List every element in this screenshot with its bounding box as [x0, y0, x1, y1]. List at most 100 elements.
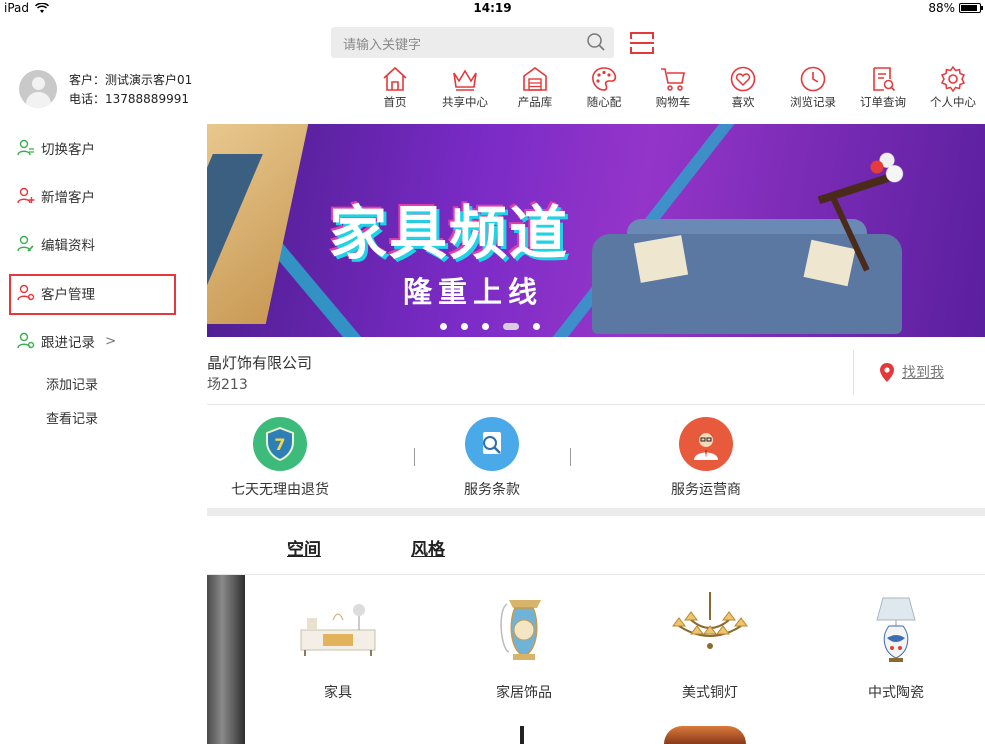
avatar-body — [26, 92, 51, 108]
nav-label: 共享中心 — [442, 95, 488, 109]
tv-cabinet-icon — [293, 590, 383, 670]
service-label: 七天无理由退货 — [231, 482, 329, 498]
phone-ornament-icon — [479, 590, 569, 670]
search-icon[interactable] — [586, 32, 606, 52]
table-lamp-icon — [851, 590, 941, 670]
section-separator-band — [207, 508, 985, 516]
add-user-icon — [17, 187, 35, 204]
status-right: 88% — [928, 1, 983, 15]
edit-user-icon — [17, 235, 34, 252]
banner-dot[interactable] — [461, 323, 468, 330]
sidebar-item-label: 跟进记录 — [41, 335, 95, 351]
shield-7-icon: 7 — [253, 417, 307, 471]
sidebar-item-label: 新增客户 — [41, 190, 95, 206]
battery-icon — [959, 3, 983, 13]
category-label: 中式陶瓷 — [868, 685, 924, 701]
cart-icon — [661, 68, 685, 91]
home-icon — [383, 66, 407, 91]
nav-label: 首页 — [383, 95, 407, 109]
sidebar-subitem-view-record[interactable]: 查看记录 — [46, 408, 98, 427]
category-side-image — [207, 575, 245, 744]
customer-info: 客户：测试演示客户01 电话：13788889991 — [69, 71, 192, 109]
promo-banner[interactable]: 家具频道 隆重上线 — [207, 124, 985, 337]
warehouse-icon — [523, 67, 547, 91]
avatar-head — [32, 77, 45, 90]
switch-user-icon — [17, 139, 34, 156]
service-label: 服务条款 — [464, 482, 520, 498]
nav-label: 喜欢 — [731, 95, 755, 109]
banner-window-frame — [207, 124, 309, 324]
banner-dot-active[interactable] — [503, 323, 519, 330]
chandelier-icon — [665, 590, 755, 670]
svg-text:7: 7 — [274, 435, 285, 454]
nav-item-orders[interactable]: 订单查询 — [850, 65, 916, 110]
nav-label: 购物车 — [655, 95, 691, 109]
sidebar-item-followup-records[interactable]: 跟进记录 > — [17, 330, 116, 352]
nav-label: 产品库 — [517, 95, 553, 109]
order-icon — [873, 67, 896, 92]
horizontal-divider — [207, 574, 985, 575]
search-placeholder: 请输入关键字 — [343, 38, 422, 53]
sidebar-item-switch-customer[interactable]: 切换客户 — [17, 137, 95, 159]
nav-item-home[interactable]: 首页 — [362, 65, 428, 110]
nav-item-product-library[interactable]: 产品库 — [502, 65, 568, 110]
banner-title: 家具频道 — [329, 199, 570, 267]
nav-label: 订单查询 — [860, 95, 906, 109]
battery-percent: 88% — [928, 1, 955, 15]
nav-item-favorites[interactable]: 喜欢 — [710, 65, 776, 110]
banner-pagination[interactable] — [440, 323, 540, 330]
sidebar-item-label: 编辑资料 — [41, 238, 95, 254]
battery-fill — [961, 5, 977, 11]
banner-window-glass — [207, 154, 263, 304]
nav-item-share-center[interactable]: 共享中心 — [432, 65, 498, 110]
search-bar[interactable]: 请输入关键字 — [331, 27, 614, 58]
service-separator — [570, 448, 571, 466]
banner-dot[interactable] — [440, 323, 447, 330]
palette-icon — [592, 67, 617, 91]
sidebar-item-label: 切换客户 — [41, 142, 95, 158]
customer-phone: 电话：13788889991 — [69, 92, 189, 106]
sidebar-item-edit-profile[interactable]: 编辑资料 — [17, 233, 95, 255]
tab-space[interactable]: 空间 — [287, 535, 321, 560]
app-screen: iPad 14:19 88% 客户：测试演示客户01 电话：1378888999… — [0, 0, 985, 744]
gear-icon — [940, 65, 966, 93]
banner-dot[interactable] — [482, 323, 489, 330]
service-separator — [414, 448, 415, 466]
operator-avatar-icon — [679, 417, 733, 471]
banner-subtitle: 隆重上线 — [403, 275, 544, 309]
category-item-brass-lamp[interactable]: 美式铜灯 — [650, 590, 770, 702]
locate-me-button[interactable]: 找到我 — [880, 362, 944, 382]
banner-dot[interactable] — [533, 323, 540, 330]
customer-name: 客户：测试演示客户01 — [69, 73, 193, 87]
nav-item-match[interactable]: 随心配 — [571, 65, 637, 110]
service-terms[interactable]: 服务条款 — [442, 417, 542, 499]
sidebar-subitem-add-record[interactable]: 添加记录 — [46, 374, 98, 393]
sidebar-item-customer-management[interactable]: 客户管理 — [17, 282, 95, 304]
manage-user-icon — [17, 284, 35, 301]
nav-label: 个人中心 — [930, 95, 976, 109]
service-label: 服务运营商 — [671, 482, 741, 498]
customer-sidebar: 客户：测试演示客户01 电话：13788889991 切换客户 新增客户 编辑资… — [0, 18, 207, 744]
crown-icon — [453, 69, 477, 91]
vertical-divider — [853, 350, 854, 395]
nav-item-history[interactable]: 浏览记录 — [780, 65, 846, 110]
status-bar: iPad 14:19 88% — [0, 0, 985, 18]
banner-pillow — [633, 235, 689, 283]
category-label: 美式铜灯 — [682, 685, 738, 701]
category-label: 家具 — [324, 685, 352, 701]
category-item-home-decor[interactable]: 家居饰品 — [464, 590, 584, 702]
category-item-furniture[interactable]: 家具 — [278, 590, 398, 702]
sidebar-item-label: 客户管理 — [41, 287, 95, 303]
scan-icon[interactable] — [629, 30, 655, 56]
nav-item-cart[interactable]: 购物车 — [640, 65, 706, 110]
tab-style[interactable]: 风格 — [411, 535, 445, 560]
followup-user-icon — [17, 332, 35, 349]
document-search-icon — [465, 417, 519, 471]
service-operator[interactable]: 服务运营商 — [655, 417, 757, 499]
sidebar-item-add-customer[interactable]: 新增客户 — [17, 185, 95, 207]
category-item-chinese-ceramics[interactable]: 中式陶瓷 — [836, 590, 956, 702]
nav-item-profile[interactable]: 个人中心 — [920, 65, 985, 110]
service-seven-day-return[interactable]: 7 七天无理由退货 — [219, 417, 341, 499]
nav-label: 随心配 — [586, 95, 622, 109]
customer-avatar[interactable] — [19, 70, 57, 108]
